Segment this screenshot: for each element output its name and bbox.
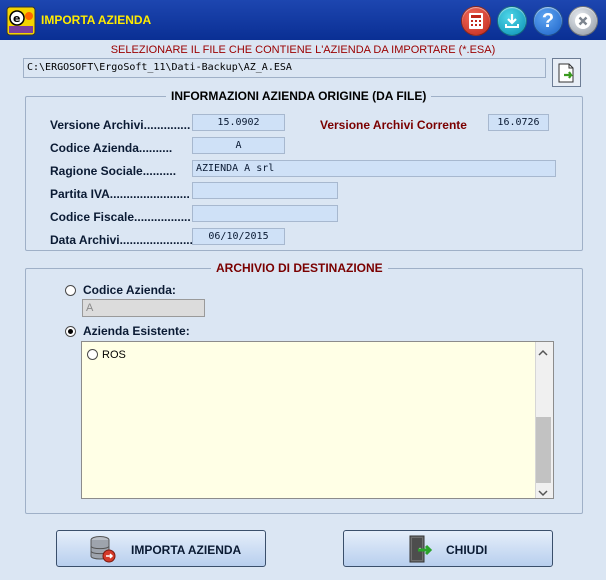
versione-archivi-text: Versione Archivi xyxy=(50,118,144,132)
close-window-button[interactable] xyxy=(568,6,598,36)
company-radio-ros[interactable] xyxy=(87,349,98,360)
scroll-up-icon[interactable] xyxy=(538,346,548,360)
calculator-button[interactable] xyxy=(461,6,491,36)
ragione-sociale-text: Ragione Sociale xyxy=(50,164,143,178)
codice-fiscale-text: Codice Fiscale xyxy=(50,210,135,224)
close-icon xyxy=(575,13,591,29)
versione-corrente-label: Versione Archivi Corrente xyxy=(320,118,467,132)
codice-azienda-text: Codice Azienda xyxy=(50,141,139,155)
company-list[interactable] xyxy=(81,341,554,499)
file-instruction: SELEZIONARE IL FILE CHE CONTIENE L'AZIEN… xyxy=(110,44,496,56)
azienda-esistente-radio[interactable] xyxy=(65,326,76,337)
label-dots: .......... xyxy=(142,164,177,178)
versione-archivi-label: Versione Archivi.............. xyxy=(50,118,190,132)
app-logo-icon: e xyxy=(6,6,36,36)
label-dots: ....................... xyxy=(119,233,197,247)
label-dots: ................. xyxy=(134,210,191,224)
codice-azienda-radio[interactable] xyxy=(65,285,76,296)
close-button-label: CHIUDI xyxy=(446,543,488,557)
help-icon: ? xyxy=(541,9,555,32)
exit-door-icon xyxy=(409,535,433,563)
partita-iva-label: Partita IVA........................ xyxy=(50,187,190,201)
partita-iva-text: Partita IVA xyxy=(50,187,110,201)
download-button[interactable] xyxy=(497,6,527,36)
calculator-icon xyxy=(469,13,483,29)
database-import-icon xyxy=(90,536,116,563)
scroll-thumb[interactable] xyxy=(536,417,551,483)
versione-corrente-field: 16.0726 xyxy=(488,114,549,131)
destination-title: ARCHIVIO DI DESTINAZIONE xyxy=(211,261,388,275)
file-path-field[interactable]: C:\ERGOSOFT\ErgoSoft_11\Dati-Backup\AZ_A… xyxy=(23,58,546,78)
azienda-esistente-label: Azienda Esistente: xyxy=(83,324,190,338)
ragione-sociale-label: Ragione Sociale.......... xyxy=(50,164,176,178)
open-file-icon xyxy=(558,63,573,82)
window-title: IMPORTA AZIENDA xyxy=(41,13,152,27)
codice-fiscale-field xyxy=(192,205,338,222)
label-dots: ........................ xyxy=(109,187,190,201)
data-archivi-field: 06/10/2015 xyxy=(192,228,285,245)
company-item-label: ROS xyxy=(102,349,126,361)
dest-codice-azienda-input: A xyxy=(82,299,205,317)
ragione-sociale-field: AZIENDA A srl xyxy=(192,160,556,177)
codice-azienda-label: Codice Azienda.......... xyxy=(50,141,172,155)
download-icon xyxy=(505,14,519,28)
import-company-button[interactable]: IMPORTA AZIENDA xyxy=(56,530,266,567)
codice-azienda-field: A xyxy=(192,137,285,154)
versione-archivi-field: 15.0902 xyxy=(192,114,285,131)
svg-text:e: e xyxy=(13,12,20,25)
label-dots: .............. xyxy=(143,118,191,132)
import-button-label: IMPORTA AZIENDA xyxy=(131,543,242,557)
dest-codice-azienda-label: Codice Azienda: xyxy=(83,283,176,297)
partita-iva-field xyxy=(192,182,338,199)
label-dots: .......... xyxy=(138,141,173,155)
origin-info-title: INFORMAZIONI AZIENDA ORIGINE (DA FILE) xyxy=(166,89,432,103)
close-button[interactable]: CHIUDI xyxy=(343,530,553,567)
help-button[interactable]: ? xyxy=(533,6,563,36)
browse-file-button[interactable] xyxy=(552,58,581,87)
data-archivi-label: Data Archivi....................... xyxy=(50,233,196,247)
scroll-down-icon[interactable] xyxy=(538,486,548,500)
data-archivi-text: Data Archivi xyxy=(50,233,120,247)
codice-fiscale-label: Codice Fiscale................. xyxy=(50,210,191,224)
